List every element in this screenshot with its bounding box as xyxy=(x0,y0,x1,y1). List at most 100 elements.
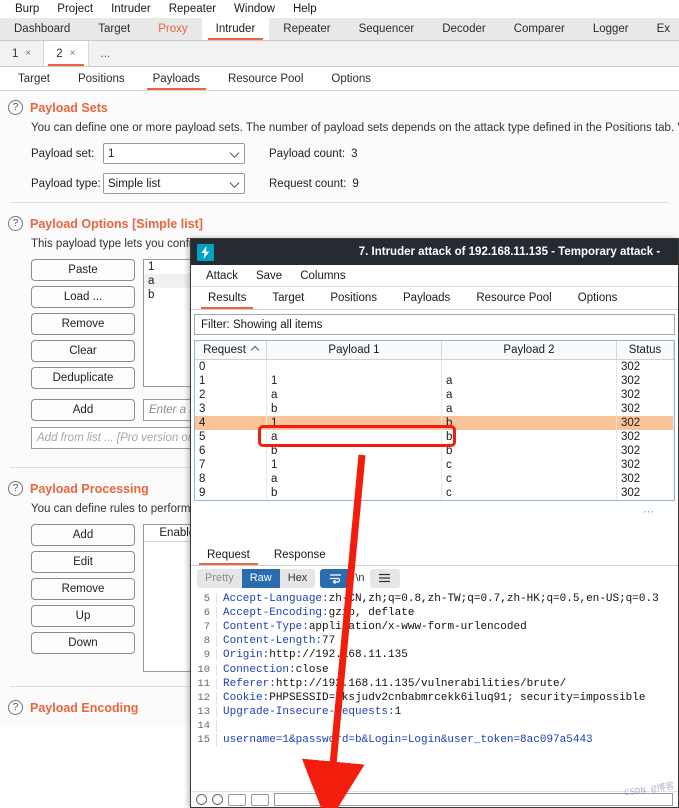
move-up-button[interactable]: Up xyxy=(31,605,135,627)
hamburger-menu-icon[interactable] xyxy=(369,568,400,588)
column-header-payload1[interactable]: Payload 1 xyxy=(267,341,442,359)
tab-extender[interactable]: Ex xyxy=(643,18,679,40)
tab-sequencer[interactable]: Sequencer xyxy=(345,18,429,40)
column-header-request[interactable]: Request xyxy=(195,341,267,359)
attack-tab-target[interactable]: Target xyxy=(259,287,317,309)
next-match-button[interactable] xyxy=(251,793,269,806)
menu-item-save[interactable]: Save xyxy=(247,270,291,282)
attack-tab-options[interactable]: Options xyxy=(565,287,631,309)
payload-set-select[interactable]: 1 xyxy=(103,143,245,164)
tab-intruder[interactable]: Intruder xyxy=(201,18,270,40)
paste-button[interactable]: Paste xyxy=(31,259,135,281)
column-header-payload2[interactable]: Payload 2 xyxy=(442,341,617,359)
line-number: 11 xyxy=(191,677,217,690)
intruder-tab-1[interactable]: 1 × xyxy=(0,41,45,66)
attack-tab-positions[interactable]: Positions xyxy=(317,287,390,309)
line-wrap-icon[interactable] xyxy=(320,568,351,588)
attack-tab-results[interactable]: Results xyxy=(195,287,259,309)
table-row[interactable]: 0 302 xyxy=(195,360,674,374)
view-mode-segment: Pretty Raw Hex xyxy=(197,568,316,588)
attack-window-titlebar: 7. Intruder attack of 192.168.11.135 - T… xyxy=(191,239,678,265)
payload-type-select[interactable]: Simple list xyxy=(103,173,245,194)
menu-item-columns[interactable]: Columns xyxy=(291,270,354,282)
payload-type-label: Payload type: xyxy=(31,177,101,190)
search-icon[interactable] xyxy=(196,794,207,805)
table-row[interactable]: 4 1 b 302 xyxy=(195,416,674,430)
remove-rule-button[interactable]: Remove xyxy=(31,578,135,600)
table-row[interactable]: 2 a a 302 xyxy=(195,388,674,402)
menu-item-project[interactable]: Project xyxy=(48,3,102,15)
menu-item-window[interactable]: Window xyxy=(225,3,284,15)
subtab-target[interactable]: Target xyxy=(4,67,64,90)
load-button[interactable]: Load ... xyxy=(31,286,135,308)
tab-request[interactable]: Request xyxy=(195,544,262,566)
menu-item-help[interactable]: Help xyxy=(284,3,326,15)
close-icon[interactable]: × xyxy=(70,48,76,59)
results-detail-splitter[interactable]: ⋯ xyxy=(191,501,678,544)
attack-tab-payloads[interactable]: Payloads xyxy=(390,287,463,309)
subtab-positions[interactable]: Positions xyxy=(64,67,139,90)
cell-payload1: a xyxy=(267,430,442,444)
table-row[interactable]: 3 b a 302 xyxy=(195,402,674,416)
help-icon[interactable]: ? xyxy=(8,481,23,496)
request-count-label: Request count: xyxy=(269,177,347,190)
subtab-resource-pool[interactable]: Resource Pool xyxy=(214,67,317,90)
payload-sets-description: You can define one or more payload sets.… xyxy=(31,122,679,134)
view-mode-raw[interactable]: Raw xyxy=(241,568,280,588)
menu-item-burp[interactable]: Burp xyxy=(6,3,48,15)
help-icon[interactable]: ? xyxy=(8,700,23,715)
http-line: 13 Upgrade-Insecure-Requests: 1 xyxy=(191,705,678,719)
table-row[interactable]: 7 1 c 302 xyxy=(195,458,674,472)
attack-window-menubar: Attack Save Columns xyxy=(191,265,678,287)
view-mode-hex[interactable]: Hex xyxy=(279,568,316,588)
deduplicate-button[interactable]: Deduplicate xyxy=(31,367,135,389)
intruder-tab-2[interactable]: 2 × xyxy=(44,41,89,66)
table-row[interactable]: 9 b c 302 xyxy=(195,486,674,500)
payload-count-label: Payload count: xyxy=(269,147,346,160)
tab-repeater[interactable]: Repeater xyxy=(269,18,344,40)
move-down-button[interactable]: Down xyxy=(31,632,135,654)
subtab-payloads[interactable]: Payloads xyxy=(139,67,214,90)
tab-dashboard[interactable]: Dashboard xyxy=(0,18,84,40)
menu-item-repeater[interactable]: Repeater xyxy=(160,3,225,15)
cell-status: 302 xyxy=(617,486,674,500)
table-row[interactable]: 1 1 a 302 xyxy=(195,374,674,388)
settings-gear-icon[interactable] xyxy=(212,794,223,805)
newline-indicator[interactable]: \n xyxy=(355,572,364,584)
tab-response[interactable]: Response xyxy=(262,544,338,565)
tab-comparer[interactable]: Comparer xyxy=(500,18,579,40)
intruder-attack-window[interactable]: 7. Intruder attack of 192.168.11.135 - T… xyxy=(190,238,679,808)
add-rule-button[interactable]: Add xyxy=(31,524,135,546)
add-payload-button[interactable]: Add xyxy=(31,399,135,421)
http-header-name: Connection: xyxy=(223,663,296,676)
splitter-handle-icon[interactable]: ⋯ xyxy=(643,505,656,518)
edit-rule-button[interactable]: Edit xyxy=(31,551,135,573)
attack-tab-resource-pool[interactable]: Resource Pool xyxy=(463,287,564,309)
table-row[interactable]: 6 b b 302 xyxy=(195,444,674,458)
cell-request: 4 xyxy=(195,416,267,430)
table-row[interactable]: 5 a b 302 xyxy=(195,430,674,444)
clear-button[interactable]: Clear xyxy=(31,340,135,362)
intruder-tab-2-label: 2 xyxy=(56,47,63,60)
remove-button[interactable]: Remove xyxy=(31,313,135,335)
close-icon[interactable]: × xyxy=(25,48,31,59)
subtab-options[interactable]: Options xyxy=(317,67,385,90)
payload-encoding-title: Payload Encoding xyxy=(30,700,139,715)
tab-decoder[interactable]: Decoder xyxy=(428,18,499,40)
search-input[interactable] xyxy=(274,793,673,806)
view-mode-pretty[interactable]: Pretty xyxy=(197,568,242,588)
tab-overflow-button[interactable]: ... xyxy=(89,41,123,66)
tab-proxy[interactable]: Proxy xyxy=(144,18,201,40)
tab-target[interactable]: Target xyxy=(84,18,144,40)
results-filter-bar[interactable]: Filter: Showing all items xyxy=(194,314,675,335)
menu-item-attack[interactable]: Attack xyxy=(197,270,247,282)
table-row[interactable]: 8 a c 302 xyxy=(195,472,674,486)
prev-match-button[interactable] xyxy=(228,793,246,806)
menu-item-intruder[interactable]: Intruder xyxy=(102,3,160,15)
cell-payload2: c xyxy=(442,486,617,500)
help-icon[interactable]: ? xyxy=(8,100,23,115)
column-header-status[interactable]: Status xyxy=(617,341,674,359)
http-request-viewer[interactable]: 5 Accept-Language: zh-CN,zh;q=0.8,zh-TW;q… xyxy=(191,590,678,798)
help-icon[interactable]: ? xyxy=(8,216,23,231)
tab-logger[interactable]: Logger xyxy=(579,18,643,40)
